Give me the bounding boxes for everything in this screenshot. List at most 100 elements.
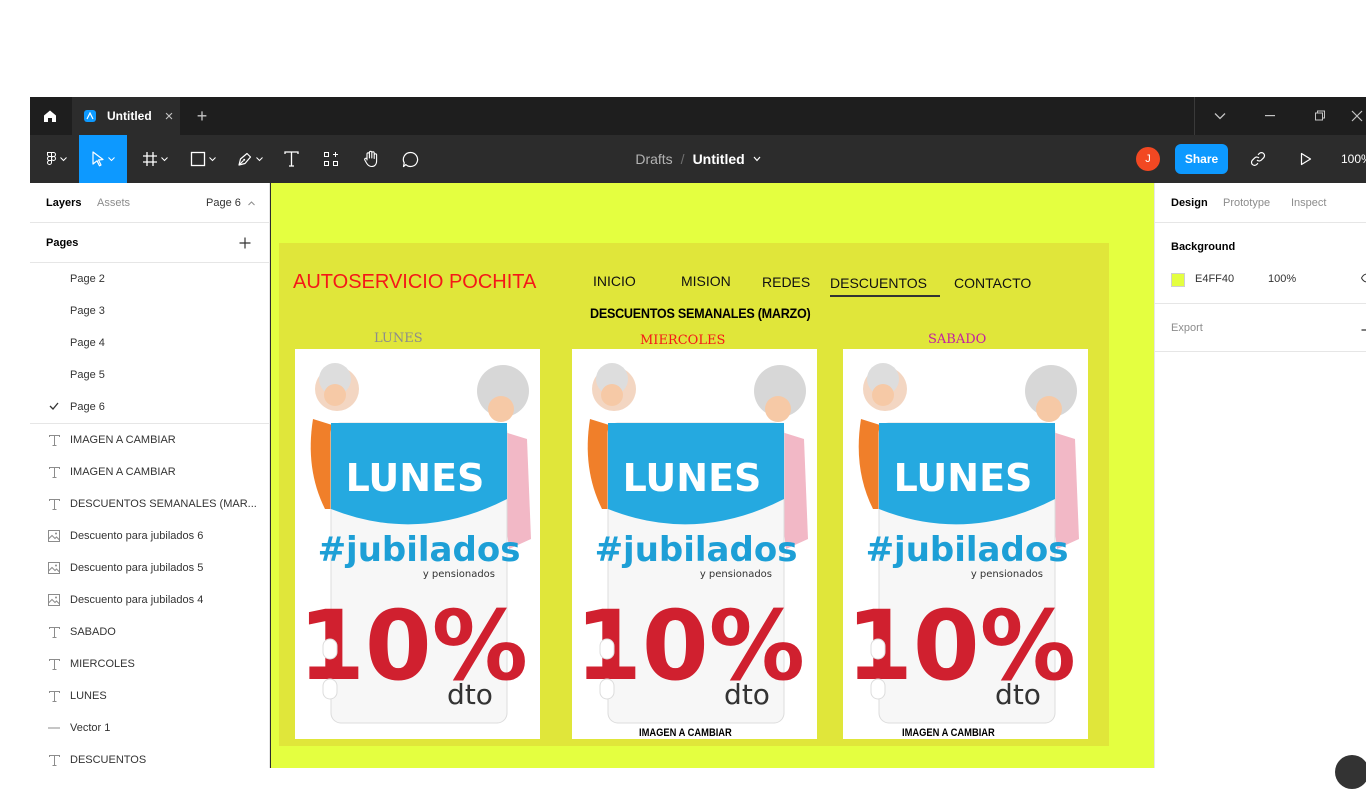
layer-item[interactable]: Descuento para jubilados 4 bbox=[30, 584, 269, 616]
promo-image-3[interactable]: LUNES #jubilados y pensionados 10% dto bbox=[843, 349, 1088, 739]
page-item[interactable]: Page 4 bbox=[30, 327, 269, 359]
text-layer-icon bbox=[48, 658, 60, 670]
weekly-discounts-title[interactable]: DESCUENTOS SEMANALES (MARZO) bbox=[590, 305, 811, 321]
resources-button[interactable] bbox=[320, 135, 342, 183]
layer-item[interactable]: Descuento para jubilados 5 bbox=[30, 552, 269, 584]
main-menu-button[interactable] bbox=[40, 135, 72, 183]
image-layer-icon bbox=[48, 562, 60, 574]
promo-image-2[interactable]: LUNES #jubilados y pensionados 10% dto bbox=[572, 349, 817, 739]
frame-tool-button[interactable] bbox=[138, 135, 172, 183]
figma-menu-icon bbox=[46, 152, 56, 165]
restore-button[interactable] bbox=[1302, 97, 1338, 135]
background-color-swatch[interactable] bbox=[1171, 273, 1185, 287]
layer-item[interactable]: Descuento para jubilados 6 bbox=[30, 520, 269, 552]
text-layer-icon bbox=[48, 690, 60, 702]
breadcrumb-separator: / bbox=[680, 151, 685, 167]
text-tool-button[interactable] bbox=[280, 135, 302, 183]
close-window-button[interactable] bbox=[1348, 97, 1366, 135]
breadcrumb-file-name[interactable]: Untitled bbox=[693, 151, 745, 167]
eye-icon[interactable] bbox=[1361, 271, 1366, 285]
home-button[interactable] bbox=[30, 97, 70, 135]
present-button[interactable] bbox=[1296, 135, 1316, 183]
layer-item-label: MIERCOLES bbox=[70, 658, 135, 670]
layer-item[interactable]: Vector 1 bbox=[30, 712, 269, 744]
design-frame[interactable]: AUTOSERVICIO POCHITA INICIO MISION REDES… bbox=[279, 243, 1109, 746]
copy-link-button[interactable] bbox=[1246, 135, 1270, 183]
comment-icon bbox=[402, 151, 418, 167]
day-label-lunes[interactable]: LUNES bbox=[374, 331, 423, 346]
file-tab-title: Untitled bbox=[107, 109, 152, 123]
tab-list-button[interactable] bbox=[1202, 97, 1238, 135]
window-controls-divider bbox=[1194, 97, 1195, 135]
zoom-level[interactable]: 100% bbox=[1341, 135, 1366, 183]
add-page-button[interactable] bbox=[236, 234, 254, 252]
text-layer-icon bbox=[48, 434, 60, 446]
page-item[interactable]: Page 5 bbox=[30, 359, 269, 391]
resources-icon bbox=[324, 152, 338, 166]
layer-item[interactable]: DESCUENTOS SEMANALES (MAR... bbox=[30, 488, 269, 520]
text-layer-icon bbox=[48, 754, 60, 766]
day-label-miercoles[interactable]: MIERCOLES bbox=[640, 333, 725, 348]
day-label-sabado[interactable]: SABADO bbox=[928, 332, 986, 347]
image-caption-1[interactable]: IMAGEN A CAMBIAR bbox=[639, 727, 732, 739]
pen-tool-button[interactable] bbox=[233, 135, 267, 183]
comment-tool-button[interactable] bbox=[399, 135, 421, 183]
page-item[interactable]: Page 2 bbox=[30, 263, 269, 295]
nav-inicio[interactable]: INICIO bbox=[593, 273, 636, 289]
rectangle-tool-icon bbox=[190, 151, 206, 167]
chevron-down-icon bbox=[1214, 113, 1226, 120]
svg-text:#jubilados: #jubilados bbox=[595, 530, 798, 570]
image-caption-2[interactable]: IMAGEN A CAMBIAR bbox=[902, 727, 995, 739]
site-brand-title[interactable]: AUTOSERVICIO POCHITA bbox=[293, 271, 536, 294]
minimize-button[interactable] bbox=[1252, 97, 1288, 135]
play-icon bbox=[1300, 152, 1312, 166]
layers-list: IMAGEN A CAMBIAR IMAGEN A CAMBIAR DESCUENT… bbox=[30, 424, 269, 768]
tab-layers[interactable]: Layers bbox=[46, 197, 81, 209]
plus-icon[interactable] bbox=[1361, 324, 1366, 336]
layer-item-label: Descuento para jubilados 4 bbox=[70, 594, 204, 606]
background-opacity-input[interactable]: 100% bbox=[1268, 273, 1296, 285]
svg-text:dto: dto bbox=[447, 678, 493, 711]
tab-prototype[interactable]: Prototype bbox=[1223, 197, 1270, 209]
layer-item[interactable]: DESCUENTOS bbox=[30, 744, 269, 768]
new-tab-button[interactable]: + bbox=[192, 97, 212, 135]
text-layer-icon bbox=[48, 498, 60, 510]
text-layer-icon bbox=[48, 466, 60, 478]
nav-active-underline[interactable] bbox=[830, 295, 940, 297]
promo-image-1[interactable]: LUNES #jubilados y pensionados 10% dto bbox=[295, 349, 540, 739]
page-item[interactable]: Page 3 bbox=[30, 295, 269, 327]
tab-assets[interactable]: Assets bbox=[97, 197, 130, 209]
move-tool-button[interactable] bbox=[79, 135, 127, 183]
nav-descuentos[interactable]: DESCUENTOS bbox=[830, 275, 927, 291]
layers-panel: Layers Assets Page 6 Pages Page 2 Page 3P… bbox=[30, 183, 270, 768]
layer-item[interactable]: IMAGEN A CAMBIAR bbox=[30, 456, 269, 488]
file-tab[interactable]: Untitled × bbox=[72, 97, 180, 135]
share-button[interactable]: Share bbox=[1175, 144, 1228, 174]
layer-item[interactable]: LUNES bbox=[30, 680, 269, 712]
nav-mision[interactable]: MISION bbox=[681, 273, 731, 289]
background-hex-input[interactable]: E4FF40 bbox=[1195, 273, 1234, 285]
close-tab-icon[interactable]: × bbox=[165, 109, 174, 124]
breadcrumb: Drafts / Untitled bbox=[30, 135, 1366, 183]
move-tool-icon bbox=[92, 151, 104, 167]
tab-inspect[interactable]: Inspect bbox=[1291, 197, 1326, 209]
help-button[interactable] bbox=[1335, 755, 1366, 789]
user-avatar[interactable]: J bbox=[1136, 147, 1160, 171]
hand-tool-button[interactable] bbox=[359, 135, 383, 183]
page-selector[interactable]: Page 6 bbox=[206, 197, 255, 209]
page-item-label: Page 6 bbox=[70, 401, 105, 413]
canvas[interactable]: AUTOSERVICIO POCHITA INICIO MISION REDES… bbox=[271, 183, 1154, 768]
shape-tool-button[interactable] bbox=[186, 135, 220, 183]
layer-item[interactable]: MIERCOLES bbox=[30, 648, 269, 680]
chevron-down-icon[interactable] bbox=[753, 156, 761, 162]
nav-redes[interactable]: REDES bbox=[762, 274, 810, 290]
breadcrumb-drafts[interactable]: Drafts bbox=[635, 151, 672, 167]
layer-item[interactable]: SABADO bbox=[30, 616, 269, 648]
page-item[interactable]: Page 6 bbox=[30, 391, 269, 423]
tab-design[interactable]: Design bbox=[1171, 197, 1208, 209]
nav-contacto[interactable]: CONTACTO bbox=[954, 275, 1031, 291]
layer-item[interactable]: IMAGEN A CAMBIAR bbox=[30, 424, 269, 456]
svg-text:LUNES: LUNES bbox=[346, 456, 485, 500]
page-item-label: Page 4 bbox=[70, 337, 105, 349]
background-section: Background E4FF40 100% bbox=[1155, 223, 1366, 304]
